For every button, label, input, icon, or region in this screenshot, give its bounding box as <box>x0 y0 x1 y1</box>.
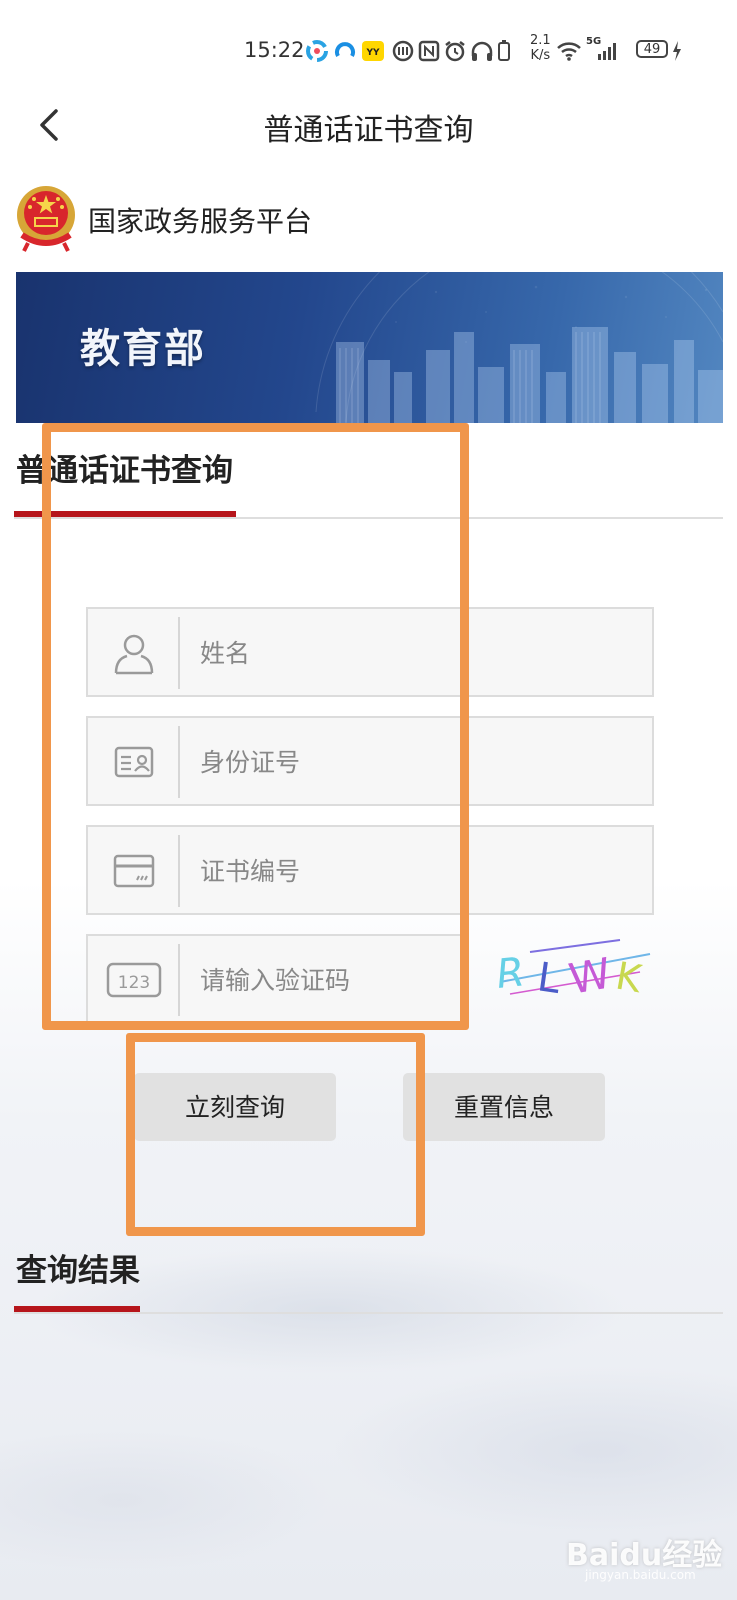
svg-text:W: W <box>565 948 614 1003</box>
nav-bar: 普通话证书查询 <box>0 90 737 160</box>
platform-name: 国家政务服务平台 <box>88 205 313 238</box>
app-notification-icon <box>335 42 355 57</box>
section-accent-bar <box>14 1306 140 1312</box>
section-divider <box>14 1312 723 1314</box>
hd-icon <box>392 40 414 62</box>
headphones-icon <box>471 41 493 61</box>
status-bar: 15:22 YY 2.1 K/s 5G 49 <box>0 30 737 70</box>
svg-text:R: R <box>494 949 526 998</box>
battery-indicator: 49 <box>636 40 668 58</box>
svg-text:L: L <box>535 954 564 1003</box>
baidu-watermark-url: jingyan.baidu.com <box>585 1568 696 1582</box>
cellular-signal-icon <box>598 43 616 60</box>
ministry-name: 教育部 <box>80 326 206 372</box>
page-title: 普通话证书查询 <box>263 113 474 148</box>
status-time: 15:22 <box>244 38 305 62</box>
results-section-title: 查询结果 <box>16 1253 140 1289</box>
national-emblem-icon <box>17 186 75 252</box>
captcha-image[interactable]: R L W K <box>490 932 660 1012</box>
device-battery-icon <box>498 40 510 61</box>
network-speed-unit: K/s <box>530 48 551 63</box>
network-speed-value: 2.1 <box>530 33 551 48</box>
ministry-banner: 教育部 <box>16 272 723 423</box>
svg-text:YY: YY <box>365 48 380 58</box>
reset-info-button[interactable]: 重置信息 <box>403 1073 605 1141</box>
wifi-icon <box>557 42 581 61</box>
yy-app-icon: YY <box>362 41 384 61</box>
annotation-highlight-button <box>126 1033 425 1236</box>
network-speed: 2.1 K/s <box>530 33 551 63</box>
app-notification-icon <box>306 40 328 62</box>
nfc-icon <box>418 40 440 62</box>
charging-icon <box>673 41 681 61</box>
annotation-highlight-form <box>42 423 469 1030</box>
alarm-icon <box>445 41 465 62</box>
